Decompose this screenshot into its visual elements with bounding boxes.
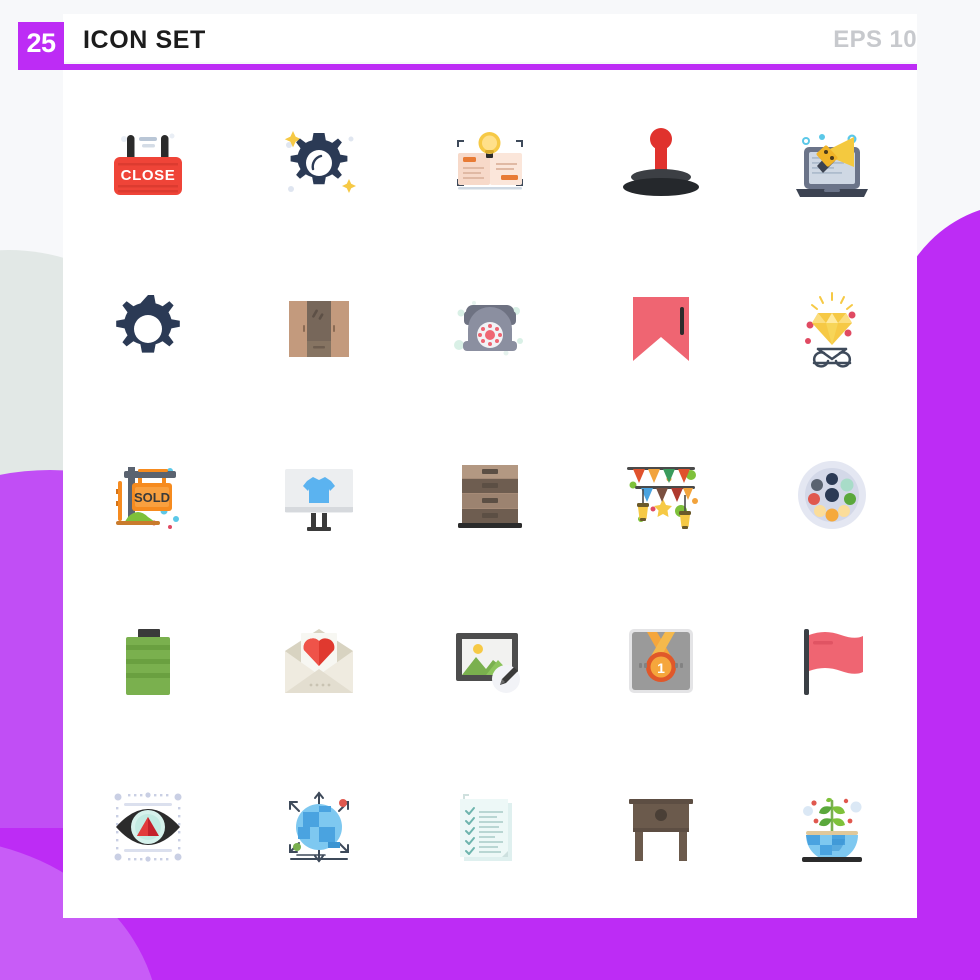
medal-first-icon: 1 (628, 629, 693, 693)
icon-cell-tshirt-board[interactable] (234, 412, 405, 578)
icon-cell-checklist[interactable] (405, 744, 576, 910)
gear-icon (116, 295, 181, 353)
icon-cell-globe-expand[interactable] (234, 744, 405, 910)
bookmark-icon (632, 297, 689, 361)
icon-cell-joystick[interactable] (575, 80, 746, 246)
icon-cell-paint-palette[interactable] (746, 412, 917, 578)
sold-sign-icon: SOLD (116, 467, 180, 529)
nightstand-icon (628, 799, 693, 861)
icon-cell-book-idea[interactable] (405, 80, 576, 246)
battery-full-icon (126, 629, 171, 695)
svg-text:SOLD: SOLD (134, 490, 170, 505)
laptop-megaphone-icon (795, 134, 868, 197)
icon-cell-sold-sign[interactable]: SOLD (63, 412, 234, 578)
header-underline (18, 64, 917, 70)
drawer-chest-icon (457, 465, 522, 528)
joystick-icon (622, 128, 699, 196)
globe-expand-icon (289, 791, 350, 863)
icon-cell-nightstand[interactable] (575, 744, 746, 910)
book-idea-icon (456, 132, 523, 190)
icon-panel: CLOSE SOLD 1 (63, 70, 917, 918)
icon-cell-eco-globe-plant[interactable] (746, 744, 917, 910)
icon-cell-diamond-stand[interactable] (746, 246, 917, 412)
icon-cell-love-letter[interactable] (234, 578, 405, 744)
flag-icon (803, 629, 863, 695)
icon-cell-edit-photo[interactable] (405, 578, 576, 744)
rotary-telephone-icon (453, 301, 523, 356)
icon-cell-eye-vision[interactable] (63, 744, 234, 910)
icon-cell-bookmark[interactable] (575, 246, 746, 412)
icon-cell-party-bunting[interactable] (575, 412, 746, 578)
icon-cell-battery-full[interactable] (63, 578, 234, 744)
icon-cell-wardrobe[interactable] (234, 246, 405, 412)
eps-version-label: EPS 10 (833, 26, 917, 53)
page-title: ICON SET (83, 26, 206, 54)
gear-sparkle-icon (284, 131, 357, 193)
edit-photo-icon (455, 633, 520, 693)
icon-set-poster: CLOSE SOLD 1 25 ICON SET EPS 10 (0, 0, 980, 980)
icon-cell-medal-first[interactable]: 1 (575, 578, 746, 744)
party-bunting-icon (626, 467, 698, 529)
svg-text:CLOSE: CLOSE (121, 167, 176, 184)
icon-cell-flag[interactable] (746, 578, 917, 744)
icon-cell-gear[interactable] (63, 246, 234, 412)
icon-count-badge: 25 (18, 22, 64, 64)
eco-globe-plant-icon (801, 797, 862, 862)
diamond-stand-icon (804, 292, 856, 368)
eye-vision-icon (114, 792, 182, 862)
tshirt-board-icon (285, 469, 354, 531)
icon-grid: CLOSE SOLD 1 (63, 80, 917, 910)
icon-cell-close-sign[interactable]: CLOSE (63, 80, 234, 246)
paint-palette-icon (797, 461, 866, 529)
icon-cell-laptop-megaphone[interactable] (746, 80, 917, 246)
love-letter-icon (285, 629, 354, 693)
icon-cell-rotary-telephone[interactable] (405, 246, 576, 412)
icon-cell-drawer-chest[interactable] (405, 412, 576, 578)
svg-text:1: 1 (657, 660, 665, 676)
icon-cell-gear-sparkle[interactable] (234, 80, 405, 246)
checklist-icon (459, 794, 512, 861)
close-sign-icon: CLOSE (114, 133, 183, 195)
header: 25 ICON SET EPS 10 (0, 0, 980, 72)
wardrobe-icon (289, 301, 350, 357)
